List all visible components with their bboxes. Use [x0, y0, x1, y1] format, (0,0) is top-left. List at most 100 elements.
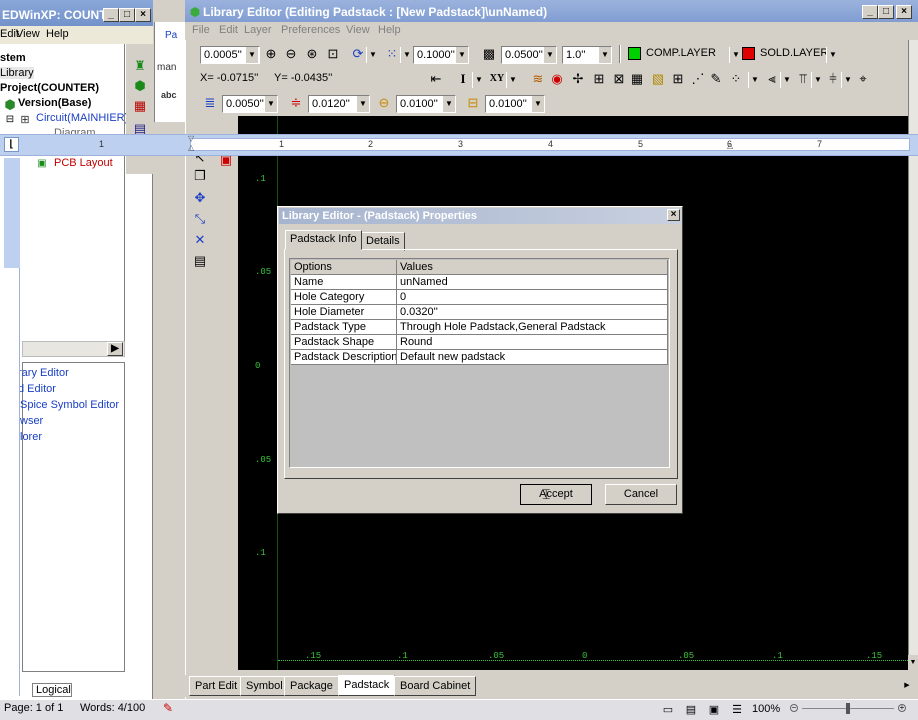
distribute-icon[interactable]: ⁘	[728, 71, 744, 87]
editor-close-button[interactable]: ×	[896, 5, 912, 19]
center-icon[interactable]: ⌖	[855, 71, 871, 87]
tab-symbol[interactable]: Symbol	[240, 676, 289, 696]
sold-layer-label[interactable]: SOLD.LAYER	[760, 47, 828, 59]
pencil-icon[interactable]: ✎	[708, 71, 724, 87]
snap-grid-icon[interactable]: ▩	[481, 46, 497, 62]
text-cursor-dropdown-icon[interactable]: ▼	[472, 72, 485, 88]
zoom-out-status-icon[interactable]: −	[790, 704, 798, 712]
move-icon[interactable]: ✥	[192, 190, 208, 206]
tool-library-editor[interactable]: rary Editor	[18, 367, 69, 379]
zoom-in-icon[interactable]: ⊕	[263, 46, 279, 62]
library-icon[interactable]: ⬢	[132, 78, 148, 94]
add-pad-icon[interactable]: ⊞	[591, 71, 607, 87]
property-padstack-shape-value[interactable]: Round	[397, 335, 668, 350]
tab-package[interactable]: Package	[284, 676, 339, 696]
via-icon[interactable]: ⊠	[611, 71, 627, 87]
text-cursor-icon[interactable]: I	[455, 71, 471, 87]
tab-board-cabinet[interactable]: Board Cabinet	[394, 676, 477, 696]
tab-part-edit[interactable]: Part Edit	[189, 676, 244, 696]
first-line-indent-icon[interactable]: ▽	[188, 135, 196, 143]
align-top-dropdown-icon[interactable]: ▼	[811, 72, 824, 88]
maximize-button[interactable]: □	[119, 8, 135, 22]
xy-dropdown-icon[interactable]: ▼	[506, 72, 519, 88]
editor-minimize-button[interactable]: _	[862, 5, 878, 19]
menu-view[interactable]: View	[16, 28, 40, 40]
tree-item-circuit[interactable]: Circuit(MAINHIER)	[36, 112, 128, 124]
comp-layer-label[interactable]: COMP.LAYER	[646, 47, 716, 59]
grid-dropdown-icon[interactable]: ▼	[400, 47, 413, 63]
scroll-down-icon[interactable]: ▼	[908, 655, 918, 670]
tab-padstack[interactable]: Padstack	[338, 675, 396, 696]
zoom-step-dropdown-icon[interactable]: ▼	[245, 47, 258, 63]
tab-padstack-info[interactable]: Padstack Info	[285, 230, 362, 250]
align-center-dropdown-icon[interactable]: ▼	[841, 72, 854, 88]
refresh-dropdown-icon[interactable]: ▼	[366, 47, 379, 63]
dialog-close-button[interactable]: ×	[667, 209, 680, 221]
accept-button[interactable]: Accept	[520, 484, 592, 505]
status-zoom[interactable]: 100%	[752, 703, 780, 715]
property-hole-diameter-value[interactable]: 0.0320''	[397, 305, 668, 320]
zoom-in-status-icon[interactable]: +	[898, 704, 906, 712]
table-icon[interactable]: ▦	[629, 71, 645, 87]
align-top-icon[interactable]: ⫪	[795, 71, 811, 87]
cancel-button[interactable]: Cancel	[605, 484, 677, 505]
menu-help-main[interactable]: Help	[378, 24, 401, 36]
grid-icon[interactable]: ⊞	[670, 71, 686, 87]
resize-icon[interactable]: ⤡	[192, 211, 208, 227]
property-padstack-type-value[interactable]: Through Hole Padstack,General Padstack	[397, 320, 668, 335]
properties-icon[interactable]: ▤	[192, 253, 208, 269]
measure-icon[interactable]: ⇤	[428, 71, 444, 87]
menu-layer[interactable]: Layer	[244, 24, 272, 36]
view-web-icon[interactable]: ▤	[683, 702, 699, 718]
property-padstack-description-value[interactable]: Default new padstack	[397, 350, 668, 365]
spelling-check-icon[interactable]: ✎	[160, 700, 176, 716]
collapse-icon[interactable]: ⊟	[2, 112, 18, 128]
hanging-indent-icon[interactable]: △	[188, 144, 196, 152]
zoom-window-icon[interactable]: ⊛	[304, 46, 320, 62]
tree-item-pcb-layout[interactable]: PCB Layout	[54, 157, 113, 169]
logical-tab[interactable]: Logical	[32, 683, 72, 697]
route-icon[interactable]: ⋰	[690, 71, 706, 87]
zoom-fit-icon[interactable]: ⊡	[325, 46, 341, 62]
tool-explorer[interactable]: lorer	[20, 431, 42, 443]
tabs-scroll-icon[interactable]: ▶	[900, 678, 914, 694]
close-button[interactable]: ×	[135, 8, 151, 22]
trace-width-icon[interactable]: ≣	[202, 95, 218, 111]
part-icon[interactable]: ▦	[132, 98, 148, 114]
pad-icon[interactable]: ◉	[549, 71, 565, 87]
align-center-icon[interactable]: ⫩	[825, 71, 841, 87]
menu-help[interactable]: Help	[46, 28, 69, 40]
tool-spice-symbol-editor[interactable]: Spice Symbol Editor	[20, 399, 119, 411]
zoom-out-icon[interactable]: ⊖	[283, 46, 299, 62]
pad-width-icon[interactable]: ⊖	[376, 95, 392, 111]
trace-width-dropdown-icon[interactable]: ▼	[264, 96, 277, 112]
tab-stop-icon[interactable]: ⌊	[4, 137, 19, 152]
view-outline-icon[interactable]: ☰	[729, 702, 745, 718]
tree-item-system[interactable]: stem	[0, 52, 26, 64]
align-left-icon[interactable]: ⫷	[764, 71, 780, 87]
component-icon[interactable]: ♜	[132, 58, 148, 74]
tool-browser[interactable]: wser	[20, 415, 43, 427]
editor-maximize-button[interactable]: □	[878, 5, 894, 19]
scroll-right-icon[interactable]: ▶	[107, 342, 123, 356]
distribute-dropdown-icon[interactable]: ▼	[748, 72, 761, 88]
grid-spacing-dropdown-icon[interactable]: ▼	[455, 47, 468, 63]
refresh-icon[interactable]: ⟳	[350, 46, 366, 62]
tree-item-project[interactable]: Project(COUNTER)	[0, 82, 99, 94]
property-name-value[interactable]: unNamed	[397, 275, 668, 290]
menu-view-main[interactable]: View	[346, 24, 370, 36]
pad-width-dropdown-icon[interactable]: ▼	[442, 96, 455, 112]
pad-height-icon[interactable]: ⊟	[465, 95, 481, 111]
menu-edit-main[interactable]: Edit	[219, 24, 238, 36]
zoom-slider-thumb[interactable]	[846, 703, 850, 714]
tool-pad-editor[interactable]: d Editor	[18, 383, 56, 395]
xy-icon[interactable]: XY	[487, 71, 507, 87]
align-left-dropdown-icon[interactable]: ▼	[780, 72, 793, 88]
view-print-icon[interactable]: ▣	[706, 702, 722, 718]
copper-icon[interactable]: ▧	[650, 71, 666, 87]
pad-height-dropdown-icon[interactable]: ▼	[531, 96, 544, 112]
minimize-button[interactable]: _	[103, 8, 119, 22]
menu-preferences[interactable]: Preferences	[281, 24, 340, 36]
clearance-icon[interactable]: ≑	[288, 95, 304, 111]
menu-file[interactable]: File	[192, 24, 210, 36]
